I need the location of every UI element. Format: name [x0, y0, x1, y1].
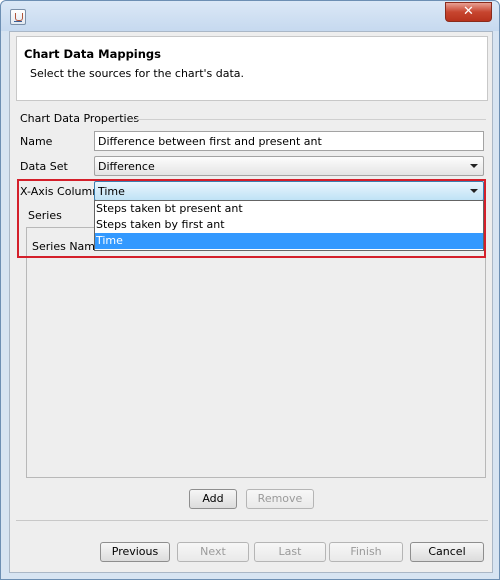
previous-button[interactable]: Previous	[100, 542, 170, 562]
cancel-button[interactable]: Cancel	[410, 542, 484, 562]
remove-button[interactable]: Remove	[246, 489, 314, 509]
dataset-combo[interactable]: Difference	[94, 156, 484, 176]
highlight-annotation	[17, 179, 486, 258]
name-field[interactable]: Difference between first and present ant	[94, 131, 484, 151]
dataset-combo-value: Difference	[98, 160, 155, 173]
section-divider	[130, 119, 486, 120]
series-table[interactable]: Series Name	[26, 227, 486, 478]
page-subtitle: Select the sources for the chart's data.	[30, 67, 245, 80]
chart-data-properties-label: Chart Data Properties	[20, 112, 140, 125]
next-button[interactable]: Next	[177, 542, 249, 562]
chevron-down-icon[interactable]	[470, 164, 478, 168]
dialog-window: ✕ Chart Data Mappings Select the sources…	[0, 0, 500, 580]
footer-divider	[16, 520, 488, 521]
finish-button[interactable]: Finish	[329, 542, 403, 562]
last-button[interactable]: Last	[254, 542, 326, 562]
add-button[interactable]: Add	[189, 489, 237, 509]
dialog-content: Chart Data Mappings Select the sources f…	[9, 31, 493, 573]
java-app-icon	[10, 9, 26, 25]
page-title: Chart Data Mappings	[24, 47, 162, 61]
wizard-header: Chart Data Mappings Select the sources f…	[16, 36, 488, 101]
close-button[interactable]: ✕	[445, 2, 492, 22]
dataset-label: Data Set	[20, 160, 68, 173]
title-bar[interactable]: ✕	[1, 1, 499, 31]
name-label: Name	[20, 135, 53, 148]
